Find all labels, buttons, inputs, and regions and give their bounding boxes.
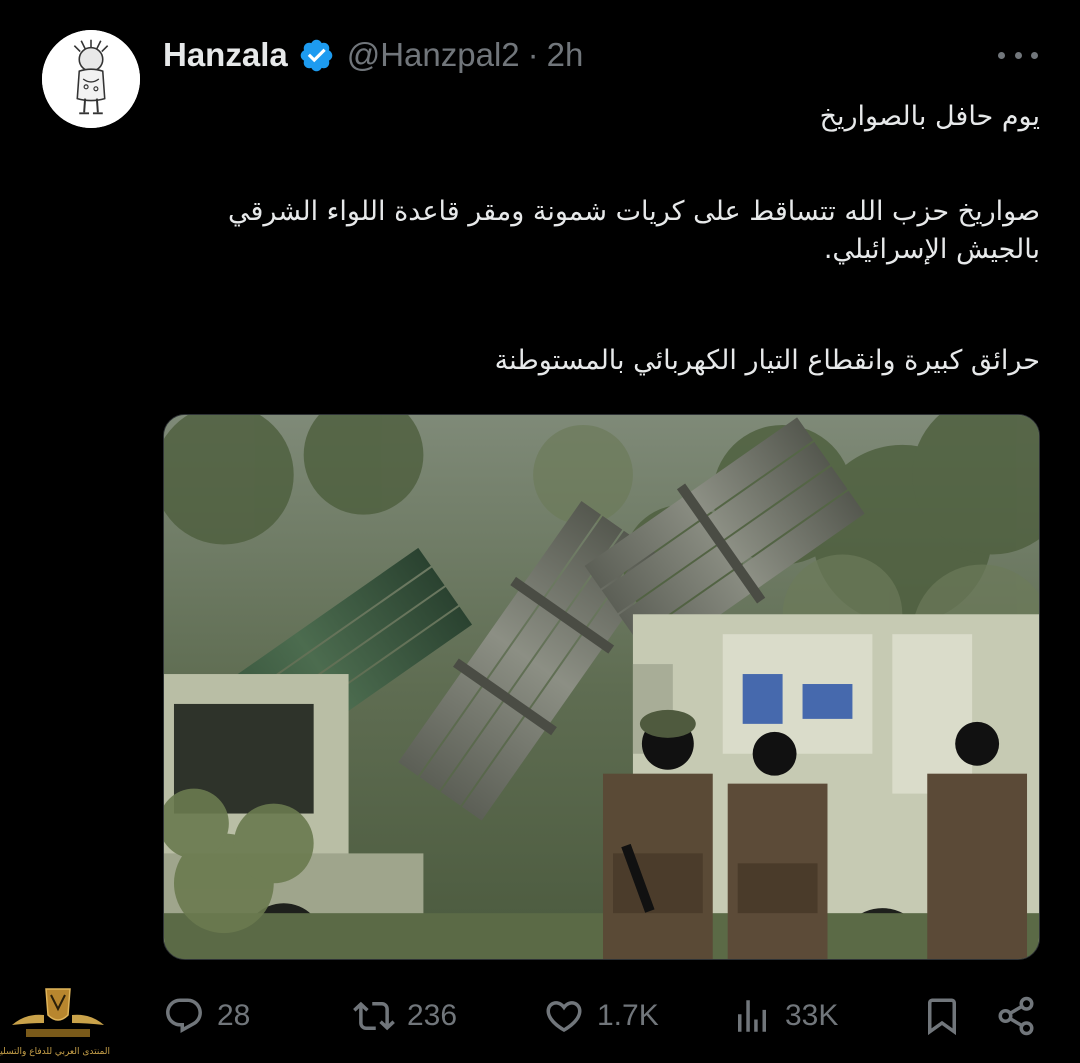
watermark-text: المنتدى العربي للدفاع والتسليح	[0, 1047, 110, 1057]
views-count: 33K	[785, 999, 839, 1032]
tweet-timestamp[interactable]: 2h	[547, 36, 584, 74]
share-nodes-icon	[995, 995, 1037, 1037]
reply-button[interactable]: 28	[163, 990, 250, 1042]
rocket-launcher-trucks-photo	[164, 415, 1039, 959]
share-button[interactable]	[995, 990, 1037, 1042]
reply-icon	[163, 995, 205, 1037]
avatar[interactable]	[42, 30, 140, 128]
tweet-text-paragraph-1: يوم حافل بالصواريخ	[819, 101, 1040, 132]
reply-count: 28	[217, 999, 251, 1032]
analytics-icon	[731, 995, 773, 1037]
separator-dot: ·	[527, 36, 539, 73]
handala-figure-icon	[42, 30, 140, 128]
tweet-media-photo[interactable]	[163, 414, 1040, 960]
retweet-icon	[353, 995, 395, 1037]
tweet-text-paragraph-2: صواريخ حزب الله تتساقط على كريات شمونة و…	[227, 196, 1040, 265]
tweet-header: Hanzala @Hanzpal2 · 2h	[163, 30, 583, 80]
tweet-text-paragraph-3: حرائق كبيرة وانقطاع التيار الكهربائي بال…	[494, 345, 1040, 376]
display-name[interactable]: Hanzala	[163, 36, 288, 74]
like-count: 1.7K	[597, 999, 659, 1032]
retweet-count: 236	[407, 999, 458, 1032]
shield-wings-logo-icon	[12, 988, 104, 1037]
bookmark-button[interactable]	[921, 990, 963, 1042]
verified-badge-icon[interactable]	[298, 37, 335, 74]
user-handle[interactable]: @Hanzpal2	[347, 36, 520, 74]
views-button[interactable]: 33K	[731, 990, 838, 1042]
retweet-button[interactable]: 236	[353, 990, 457, 1042]
heart-icon	[543, 995, 585, 1037]
forum-watermark: المنتدى العربي للدفاع والتسليح	[0, 985, 110, 1060]
like-button[interactable]: 1.7K	[543, 990, 659, 1042]
more-options-icon[interactable]	[998, 40, 1038, 70]
tweet-actions-bar: 28 236 1.7K 33K	[163, 990, 1040, 1042]
bookmark-icon	[921, 995, 963, 1037]
